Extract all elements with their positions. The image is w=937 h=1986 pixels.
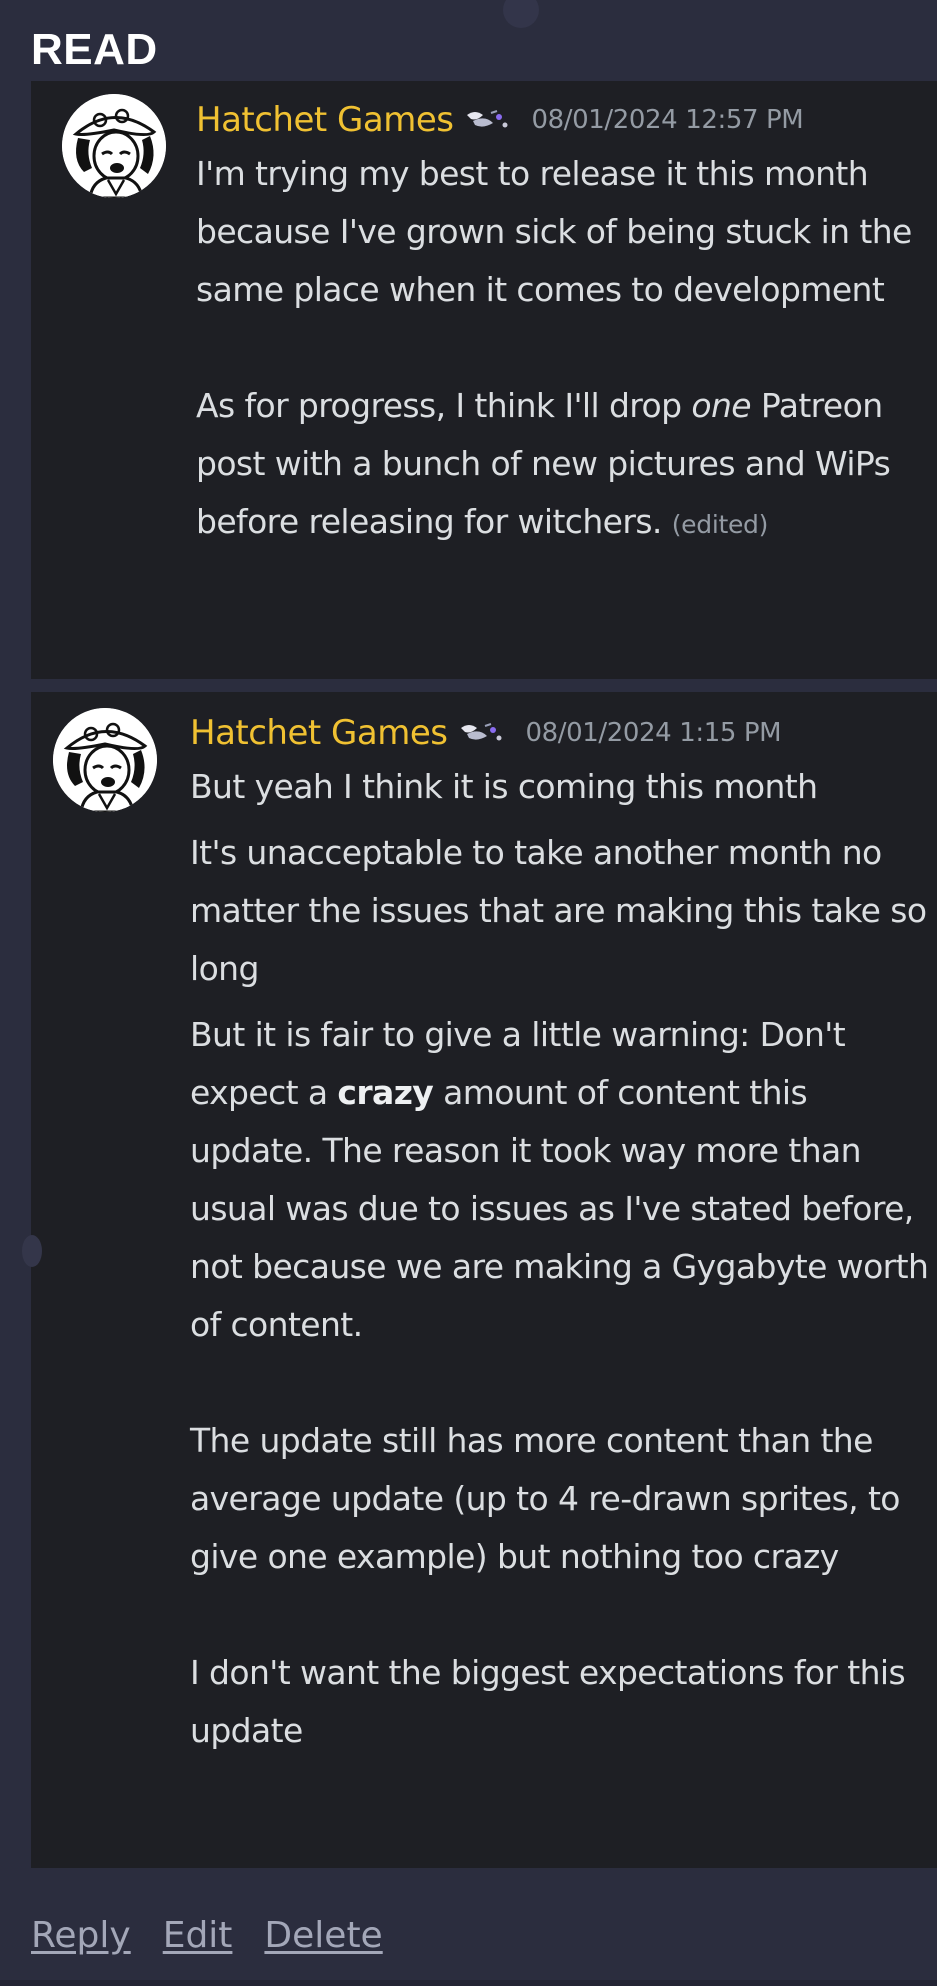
text-segment: amount of content this update. The reaso… (190, 1073, 929, 1344)
message-header: Hatchet Games 08/01/2024 12:57 PM (196, 95, 929, 145)
message-timestamp: 08/01/2024 12:57 PM (531, 105, 804, 135)
text-segment: As for progress, I think I'll drop (196, 386, 692, 425)
edited-label: (edited) (671, 510, 769, 539)
quoted-message-1: Hatchet Games 08/01/2024 12:57 PM I'm tr… (31, 81, 937, 679)
message-line: I don't want the biggest expectations fo… (190, 1653, 906, 1750)
message-body: Hatchet Games 08/01/2024 1:15 PM But yea… (190, 708, 929, 1760)
role-badge-icon[interactable] (465, 107, 509, 133)
bold-text: crazy (337, 1073, 434, 1112)
author-name[interactable]: Hatchet Games (196, 100, 454, 140)
message-content: I'm trying my best to release it this mo… (196, 145, 929, 554)
edit-link[interactable]: Edit (163, 1915, 233, 1956)
message-content: But yeah I think it is coming this month… (190, 758, 929, 1760)
author-avatar-icon[interactable] (62, 94, 166, 198)
section-label: READ (31, 25, 158, 74)
emphasis-text: one (691, 386, 751, 425)
role-badge-icon[interactable] (459, 720, 503, 746)
post-actions: Reply Edit Delete (31, 1915, 383, 1956)
message-line: It's unacceptable to take another month … (190, 833, 927, 988)
message-line: But it is fair to give a little warning:… (190, 1006, 929, 1354)
message-paragraph: As for progress, I think I'll drop one P… (196, 377, 929, 554)
reply-link[interactable]: Reply (31, 1915, 131, 1956)
message-timestamp: 08/01/2024 1:15 PM (525, 718, 782, 748)
bottom-divider (0, 1980, 937, 1986)
message-header: Hatchet Games 08/01/2024 1:15 PM (190, 708, 929, 758)
message-line: The update still has more content than t… (190, 1421, 900, 1576)
message-line: But yeah I think it is coming this month (190, 767, 818, 806)
message-body: Hatchet Games 08/01/2024 12:57 PM I'm tr… (196, 95, 929, 554)
author-avatar-icon[interactable] (53, 708, 157, 812)
scroll-indicator (503, 0, 539, 28)
scroll-notch (22, 1235, 42, 1267)
delete-link[interactable]: Delete (264, 1915, 382, 1956)
author-name[interactable]: Hatchet Games (190, 713, 448, 753)
message-paragraph: I'm trying my best to release it this mo… (196, 154, 912, 309)
quoted-message-2: Hatchet Games 08/01/2024 1:15 PM But yea… (31, 692, 937, 1868)
page: READ Hatchet Games 08/01/2024 12:57 PM I… (0, 0, 937, 1986)
